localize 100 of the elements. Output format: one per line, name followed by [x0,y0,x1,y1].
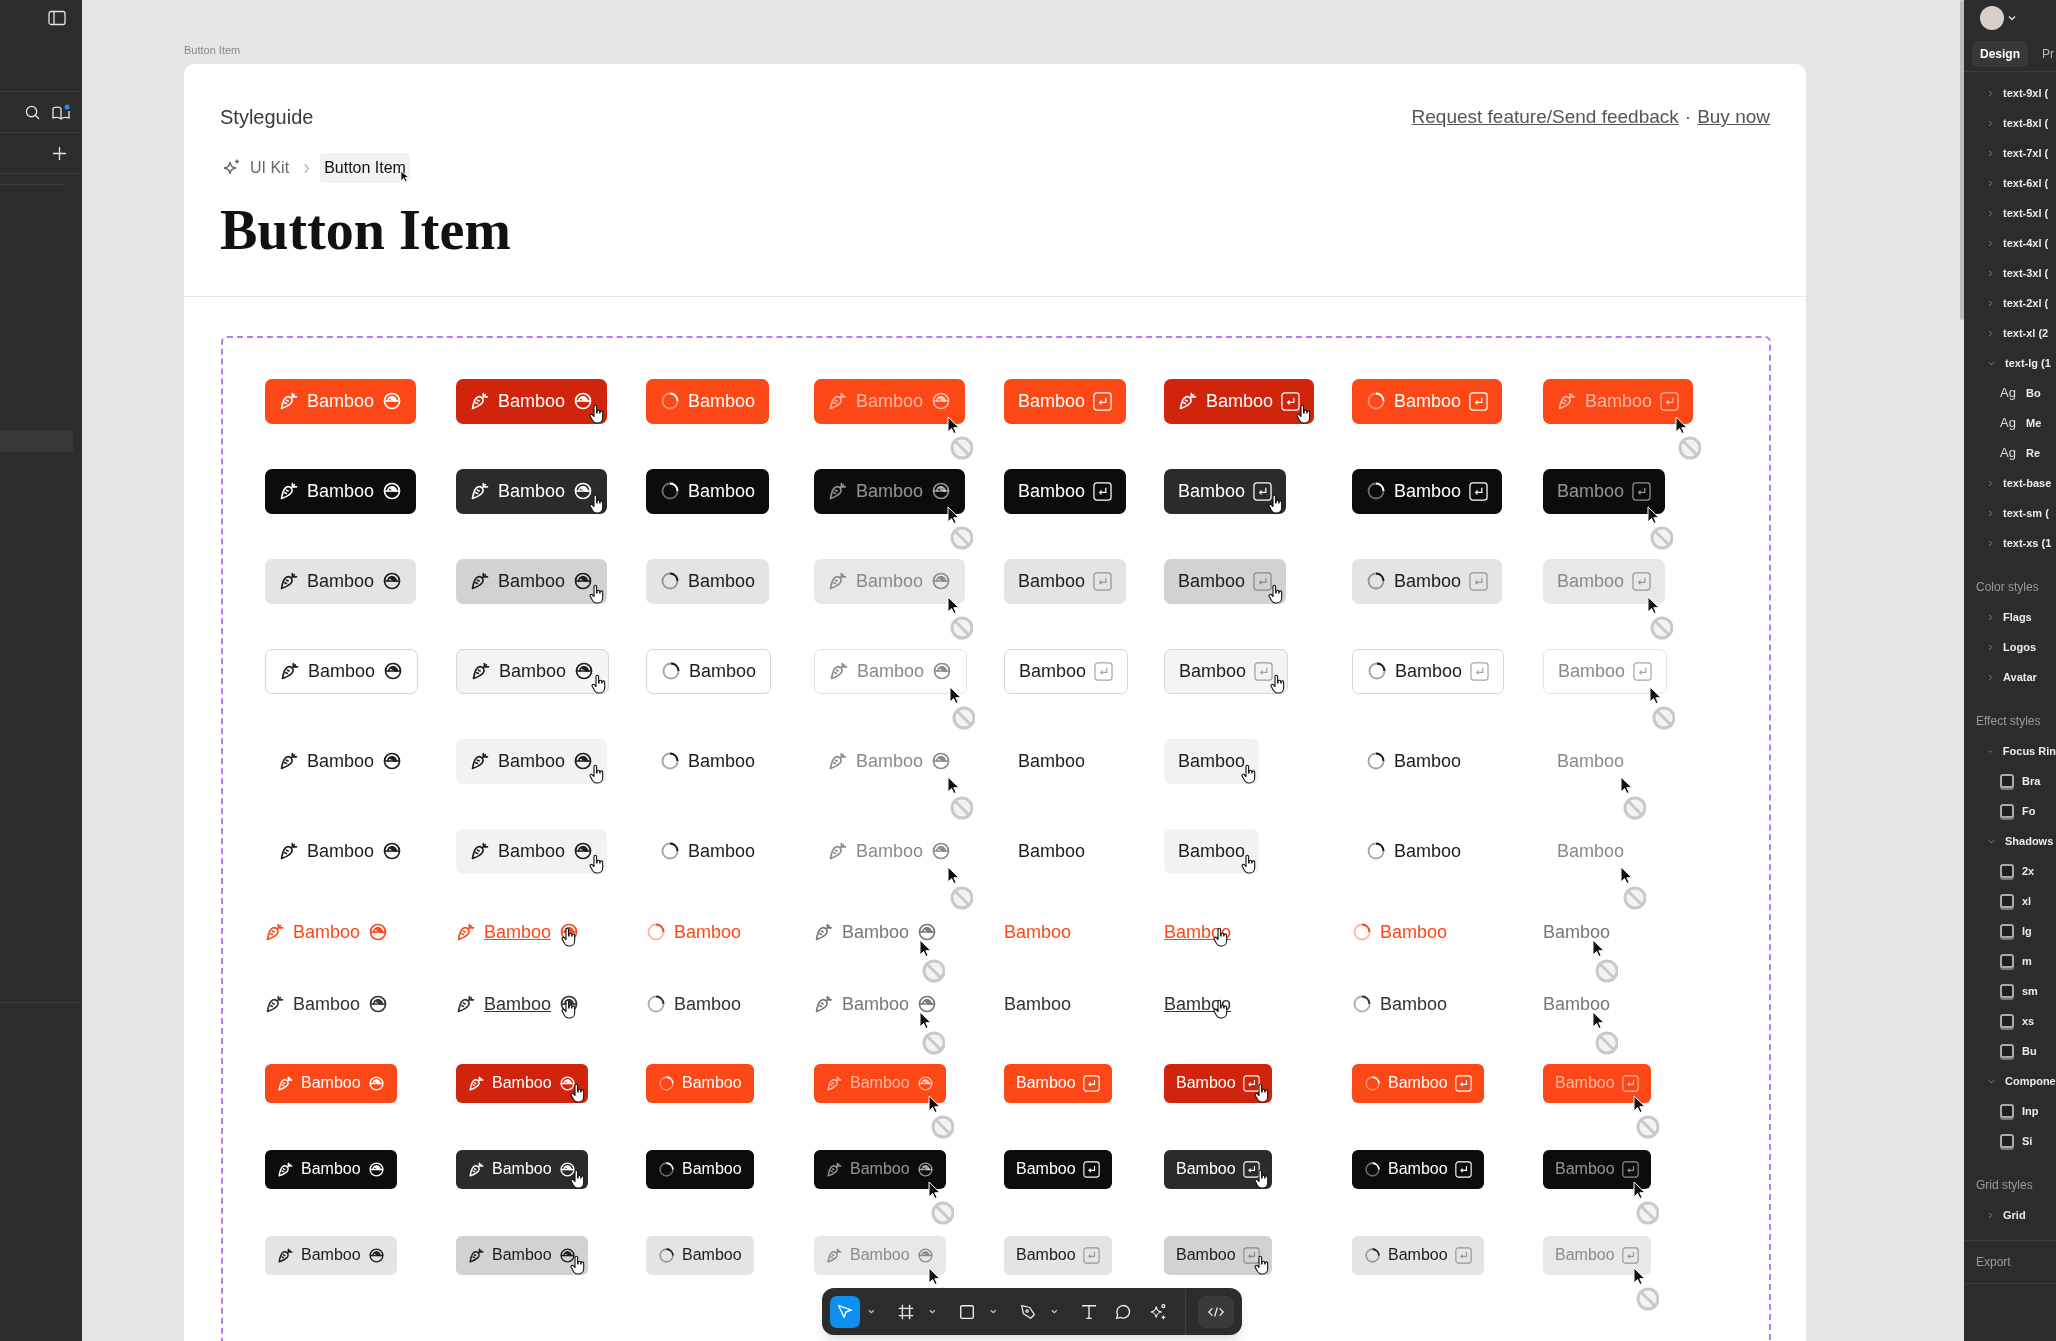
dropdown-chevron-icon[interactable] [868,1309,875,1314]
style-group-row[interactable]: text-base [1964,468,2056,498]
button[interactable]: Bamboo [1352,1149,1484,1189]
button[interactable]: Bamboo [456,378,608,424]
button[interactable]: Bamboo [1164,468,1287,514]
style-group-row[interactable]: Flags [1964,602,2056,632]
chevron-right-icon[interactable] [1988,479,1993,487]
style-group-row[interactable]: text-lg (1 [1964,348,2056,378]
button[interactable]: Bamboo [1164,738,1260,784]
button[interactable]: Bamboo [265,828,417,874]
code-view-toggle[interactable] [1197,1295,1234,1328]
button[interactable]: Bamboo [1352,828,1476,874]
style-item[interactable]: sm [2022,982,2038,1000]
button[interactable]: Bamboo [1352,558,1503,604]
button[interactable]: Bamboo [456,1063,588,1103]
chevron-right-icon[interactable] [1988,119,1993,127]
style-group-row[interactable]: text-xs (1 [1964,528,2056,558]
button[interactable]: Bamboo [1164,1063,1272,1103]
button[interactable]: Bamboo [646,468,770,514]
style-group-row[interactable]: text-5xl ( [1964,198,2056,228]
style-item[interactable]: Bu [2022,1042,2037,1060]
scrollbar[interactable] [1960,0,1964,320]
chevron-right-icon[interactable] [1988,613,1993,621]
button[interactable]: Bamboo [1164,828,1260,874]
style-item[interactable]: 2x [2022,862,2035,880]
style-group-row[interactable]: text-7xl ( [1964,138,2056,168]
button[interactable]: Bamboo [265,468,417,514]
button[interactable]: Bamboo [1004,648,1129,694]
chevron-right-icon[interactable] [1988,179,1993,187]
button[interactable]: Bamboo [646,828,770,874]
button[interactable]: Bamboo [265,989,389,1019]
chevron-right-icon[interactable] [1988,329,1993,337]
button[interactable]: Bamboo [265,738,417,784]
style-group-row[interactable]: Shadows [1964,826,2056,856]
button[interactable]: Bamboo [456,989,580,1019]
button[interactable]: Bamboo [1004,1235,1112,1275]
chevron-right-icon[interactable] [1988,673,1993,681]
search-icon[interactable] [25,104,40,120]
button[interactable]: Bamboo [1004,468,1127,514]
button[interactable]: Bamboo [456,738,608,784]
style-item[interactable]: Bo [2026,384,2041,402]
dropdown-chevron-icon[interactable] [1051,1309,1058,1314]
dropdown-chevron-icon[interactable] [929,1309,936,1314]
button[interactable]: Bamboo [1352,989,1448,1019]
style-group-row[interactable]: text-2xl ( [1964,288,2056,318]
style-group-row[interactable]: Grid [1964,1200,2056,1230]
style-item[interactable]: Inp [2022,1102,2039,1120]
button[interactable]: Bamboo [1004,989,1072,1019]
button[interactable]: Bamboo [1164,378,1315,424]
style-group-row[interactable]: text-6xl ( [1964,168,2056,198]
style-item[interactable]: Me [2026,414,2042,432]
button[interactable]: Bamboo [456,1235,588,1275]
button[interactable]: Bamboo [265,648,419,694]
style-item[interactable]: xs [2022,1012,2035,1030]
button[interactable]: Bamboo [1164,1235,1272,1275]
header-link[interactable]: Buy now [1697,102,1770,132]
button[interactable]: Bamboo [265,1235,397,1275]
button[interactable]: Bamboo [1004,558,1127,604]
style-group-row[interactable]: Avatar [1964,662,2056,692]
chevron-right-icon[interactable] [1988,643,1993,651]
button[interactable]: Bamboo [646,1149,754,1189]
button[interactable]: Bamboo [646,648,772,694]
style-group-row[interactable]: Compone [1964,1066,2056,1096]
chevron-right-icon[interactable] [1988,269,1993,277]
style-item[interactable]: xl [2022,892,2032,910]
plus-icon[interactable] [53,146,66,160]
button[interactable]: Bamboo [1004,738,1100,784]
breadcrumb-link[interactable]: Button Item [320,153,410,183]
style-group-row[interactable]: text-8xl ( [1964,108,2056,138]
button[interactable]: Bamboo [646,1235,754,1275]
button[interactable]: Bamboo [1004,1149,1112,1189]
style-item[interactable]: m [2022,952,2032,970]
chevron-right-icon[interactable] [1988,539,1993,547]
button[interactable]: Bamboo [456,828,608,874]
avatar[interactable] [1980,6,2004,30]
pointer-tool[interactable] [830,1295,861,1328]
header-link[interactable]: Request feature/Send feedback [1411,102,1679,132]
button[interactable]: Bamboo [646,989,742,1019]
panel-tab[interactable]: Pr [2034,40,2056,67]
button[interactable]: Bamboo [1164,1149,1272,1189]
chevron-right-icon[interactable] [1988,1211,1993,1219]
chevron-right-icon[interactable] [1988,299,1993,307]
style-item[interactable]: Si [2022,1132,2033,1150]
style-group-row[interactable]: text-3xl ( [1964,258,2056,288]
chevron-right-icon[interactable] [1988,209,1993,217]
button[interactable]: Bamboo [456,648,610,694]
style-item[interactable]: Re [2026,444,2041,462]
button[interactable]: Bamboo [1164,648,1289,694]
button[interactable]: Bamboo [265,1149,397,1189]
button[interactable]: Bamboo [1164,558,1287,604]
button[interactable]: Bamboo [265,558,417,604]
button[interactable]: Bamboo [456,468,608,514]
style-group-row[interactable]: Logos [1964,632,2056,662]
style-item[interactable]: lg [2022,922,2032,940]
panel-toggle-icon[interactable] [48,10,66,26]
button[interactable]: Bamboo [1352,648,1505,694]
style-group-row[interactable]: text-xl (2 [1964,318,2056,348]
dropdown-chevron-icon[interactable] [990,1309,997,1314]
button[interactable]: Bamboo [1352,1235,1484,1275]
style-group-row[interactable]: Focus Rin [1964,736,2056,766]
